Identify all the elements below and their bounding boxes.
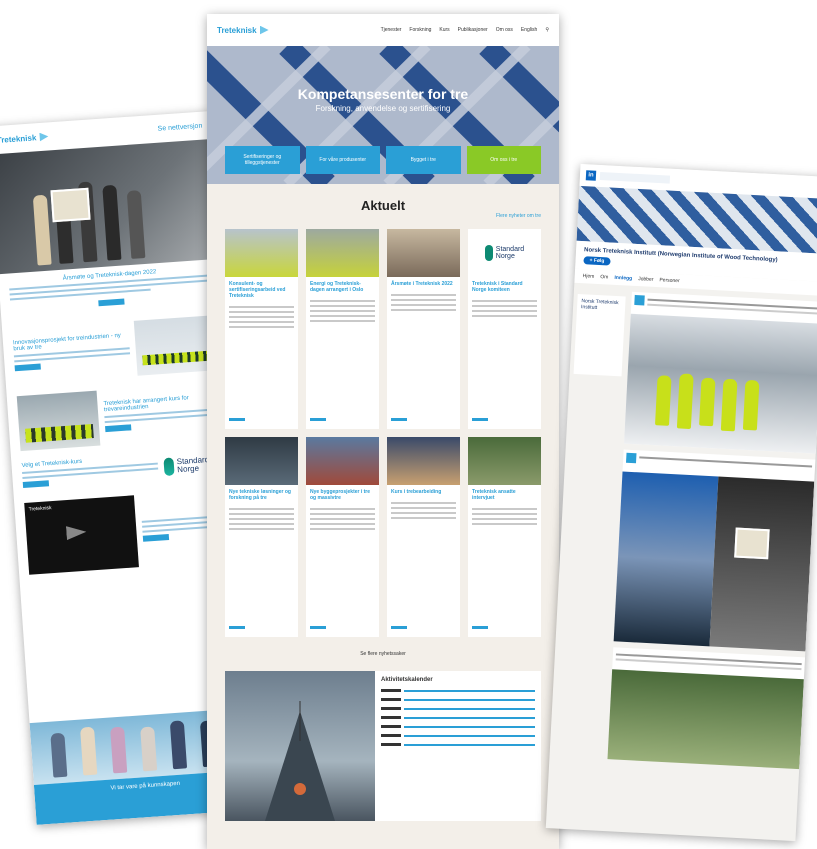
linkedin-panel: in Norsk Treteknisk Institutt (Norwegian… [545, 163, 817, 842]
calendar-item[interactable] [381, 734, 535, 737]
news-card[interactable]: Kurs i trebearbeiding [387, 437, 460, 637]
main-nav: Tjenester Forskning Kurs Publikasjoner O… [381, 27, 549, 33]
avatar [634, 294, 645, 306]
read-more-button[interactable] [142, 533, 170, 542]
tab-about[interactable]: Om [600, 274, 608, 280]
search-input[interactable] [599, 171, 671, 184]
nav-item[interactable]: Tjenester [381, 27, 402, 33]
website-panel: Treteknisk Tjenester Forskning Kurs Publ… [207, 14, 559, 849]
post-card [613, 449, 816, 652]
play-icon[interactable] [66, 525, 87, 540]
follow-button[interactable]: + Følg [583, 256, 611, 266]
section-title: Aktuelt [360, 198, 406, 213]
hero-title: Kompetansesenter for tre [297, 86, 469, 102]
read-more-button[interactable] [22, 480, 50, 489]
newsletter-hero-image [0, 139, 220, 275]
news-card[interactable]: Nye tekniske løsninger og forskning på t… [225, 437, 298, 637]
site-header: Treteknisk Tjenester Forskning Kurs Publ… [207, 14, 559, 46]
video-thumbnail[interactable]: Treteknisk [24, 495, 139, 575]
nav-item[interactable]: Kurs [439, 27, 449, 33]
calendar-item[interactable] [381, 725, 535, 728]
sidebar-card: Norsk Treteknisk Institutt [573, 293, 626, 377]
news-grid: Konsulent- og sertifiseringsarbeid ved T… [207, 219, 559, 637]
news-card[interactable]: Standard Norge Treteknisk i Standard Norge… [468, 229, 541, 429]
news-card[interactable]: Nye byggeprosjekter i tre og massivtre [306, 437, 379, 637]
calendar-title: Aktivitetskalender [381, 677, 433, 683]
calendar-item[interactable] [381, 689, 535, 692]
calendar-item[interactable] [381, 716, 535, 719]
post-image[interactable] [607, 669, 804, 770]
tab-jobs[interactable]: Jobber [638, 276, 654, 283]
post-image[interactable] [613, 471, 815, 652]
post-image[interactable] [623, 313, 817, 454]
see-more-news-link[interactable]: Se flere nyhetssaker [207, 651, 559, 657]
hero-banner: Kompetansesenter for tre Forskning, anve… [207, 46, 559, 184]
calendar-item[interactable] [381, 698, 535, 701]
calendar-item[interactable] [381, 743, 535, 746]
tab-home[interactable]: Hjem [583, 273, 595, 280]
nav-item[interactable]: Om oss [496, 27, 513, 33]
newsletter-logo: Treteknisk [0, 132, 49, 144]
news-card[interactable]: Årsmøte i Treteknisk 2022 [387, 229, 460, 429]
calendar-image [225, 671, 375, 821]
read-more-button[interactable] [98, 298, 125, 307]
hero-subtitle: Forskning, anvendelse og sertifisering [315, 104, 451, 113]
read-more-button[interactable] [105, 423, 132, 432]
news-card[interactable]: Treteknisk ansatte intervjuet [468, 437, 541, 637]
tab-posts[interactable]: Innlegg [614, 275, 632, 282]
nav-item[interactable]: Publikasjoner [458, 27, 488, 33]
read-more-button[interactable] [14, 363, 41, 371]
avatar [625, 452, 637, 464]
hero-button[interactable]: Sertifiseringer og tilleggstjenester [225, 146, 300, 174]
news-image [16, 390, 101, 452]
linkedin-logo-icon[interactable]: in [585, 170, 597, 181]
nav-item[interactable]: Forskning [409, 27, 431, 33]
calendar-section: Aktivitetskalender [225, 671, 541, 821]
site-logo[interactable]: Treteknisk [217, 25, 269, 35]
tab-people[interactable]: Personer [659, 277, 680, 284]
post-card [607, 647, 806, 770]
hero-button[interactable]: For våre produsenter [305, 146, 380, 174]
hero-button[interactable]: Om oss i tre [466, 146, 541, 174]
hero-button[interactable]: Bygget i tre [386, 146, 461, 174]
post-card [623, 291, 817, 454]
nav-item[interactable]: English [521, 27, 537, 33]
news-image [133, 315, 218, 376]
search-icon[interactable]: ⚲ [545, 27, 549, 33]
news-card[interactable]: Energi og Treteknisk-dagen arrangert i O… [306, 229, 379, 429]
web-version-link[interactable]: Se nettversjon [157, 122, 202, 132]
calendar-item[interactable] [381, 707, 535, 710]
news-card[interactable]: Konsulent- og sertifiseringsarbeid ved T… [225, 229, 298, 429]
